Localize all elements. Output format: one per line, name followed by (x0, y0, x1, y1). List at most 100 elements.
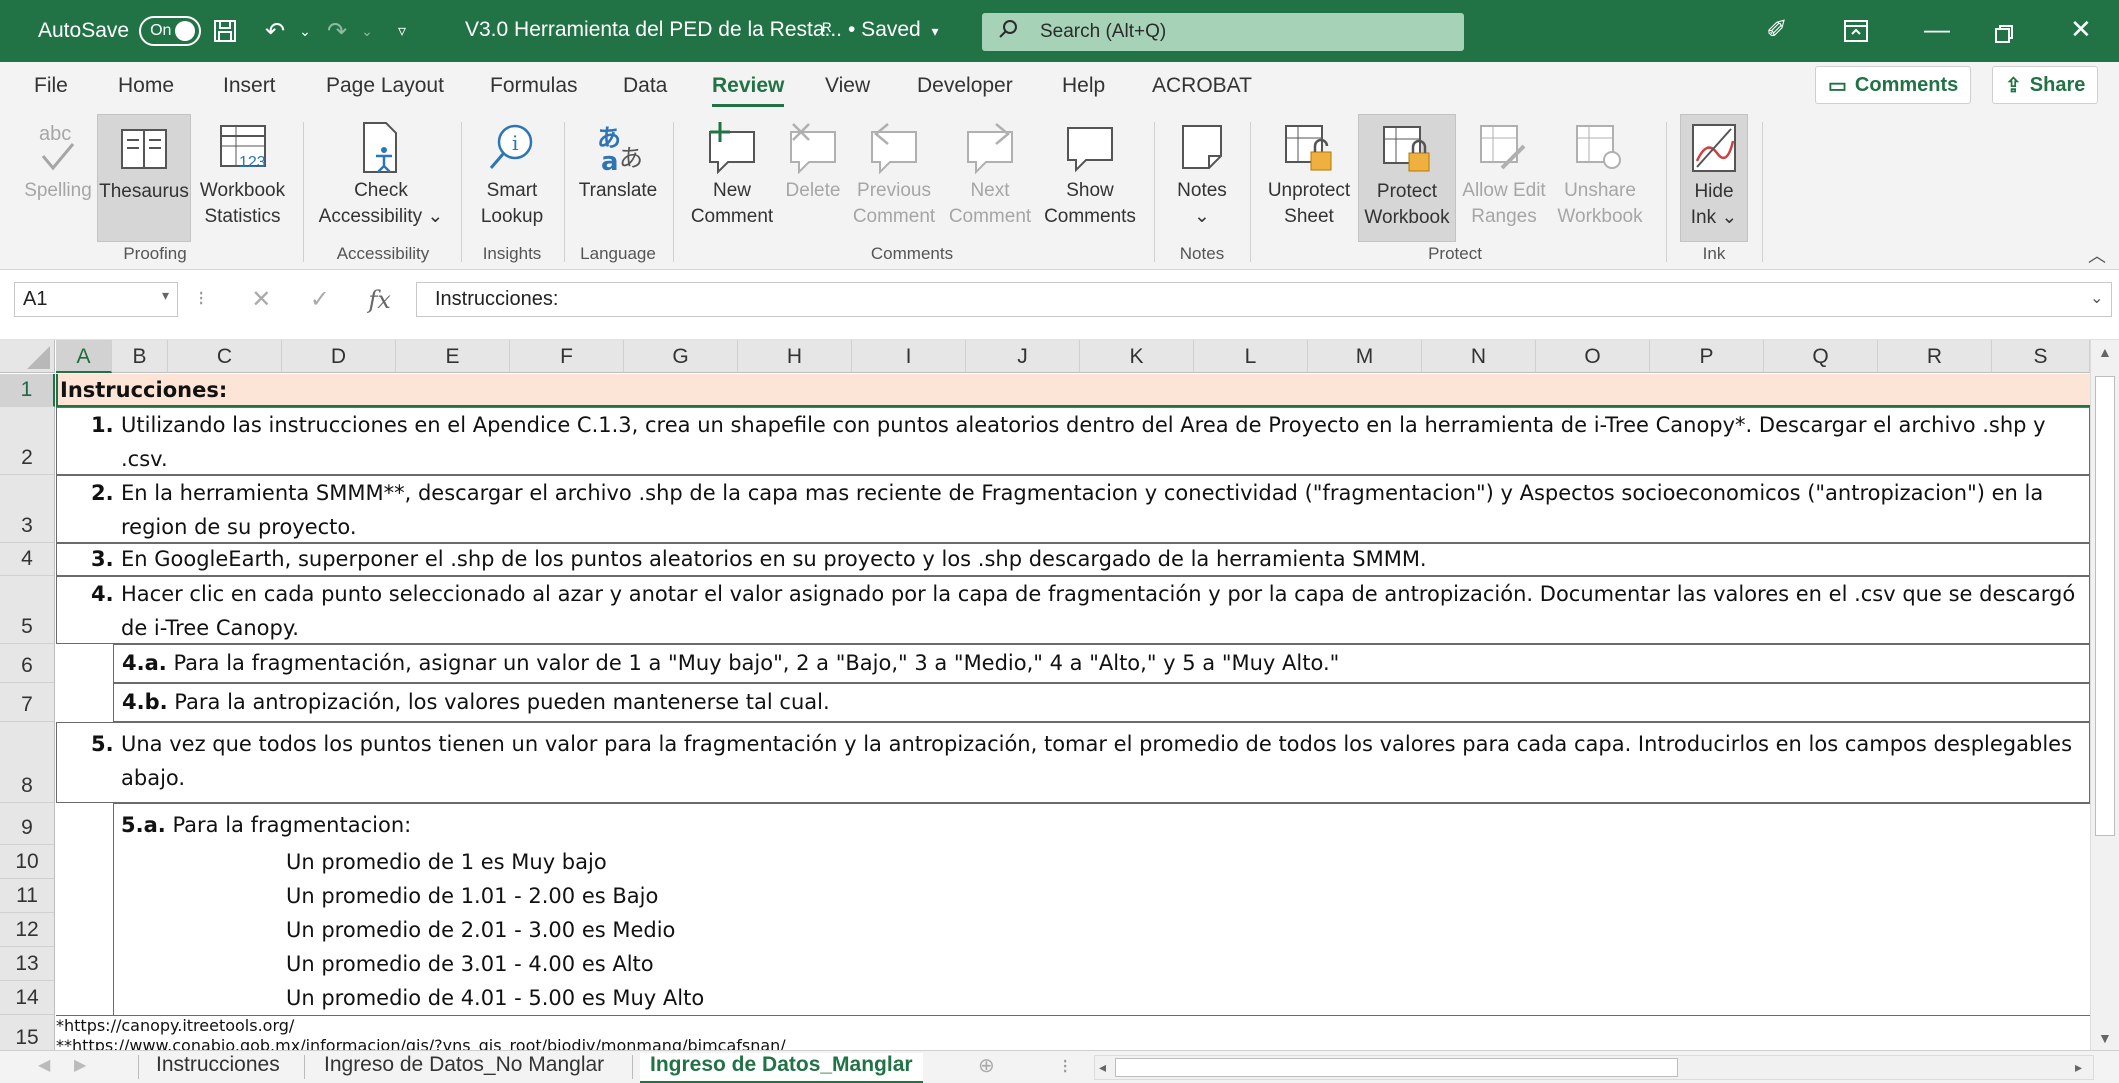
instruction-4b[interactable]: 4.b. Para la antropización, los valores … (113, 683, 2090, 722)
unshare-workbook-button[interactable]: Unshare Workbook (1552, 114, 1648, 242)
sheet-tab-no-manglar[interactable]: Ingreso de Datos_No Manglar (324, 1053, 604, 1077)
row-header[interactable]: 1 (0, 374, 55, 407)
next-comment-button[interactable]: Next Comment (944, 114, 1036, 242)
translate-button[interactable]: あaあ Translate (572, 114, 664, 242)
column-header[interactable]: H (738, 340, 852, 373)
instruction-1[interactable]: 1. Utilizando las instrucciones en el Ap… (56, 407, 2090, 475)
delete-comment-button[interactable]: Delete (783, 114, 843, 242)
redo-dropdown-icon[interactable]: ⌄ (350, 14, 384, 48)
tab-home[interactable]: Home (118, 74, 174, 98)
scale-line[interactable]: Un promedio de 1.01 - 2.00 es Bajo (286, 879, 1786, 913)
column-header[interactable]: E (396, 340, 510, 373)
saved-status[interactable]: • Saved (848, 18, 921, 42)
instruction-2[interactable]: 2. En la herramienta SMMM**, descargar e… (56, 475, 2090, 543)
vertical-scrollbar[interactable]: ▲ ▼ (2090, 340, 2119, 1050)
tab-data[interactable]: Data (623, 74, 667, 98)
row-header[interactable]: 15 (0, 1015, 55, 1050)
row-header[interactable]: 8 (0, 722, 55, 803)
smart-lookup-button[interactable]: i Smart Lookup (470, 114, 554, 242)
row-header[interactable]: 3 (0, 475, 55, 543)
column-header[interactable]: A (56, 340, 112, 373)
cancel-icon[interactable]: ✕ (251, 285, 271, 314)
pen-icon[interactable]: ✐ (1766, 14, 1788, 45)
scrollbar-thumb[interactable] (2095, 376, 2115, 836)
row-header[interactable]: 7 (0, 683, 55, 722)
expand-formula-bar-icon[interactable]: ⌄ (2090, 288, 2103, 308)
chevron-down-icon[interactable]: ▾ (162, 287, 169, 304)
workbook-statistics-button[interactable]: 123 Workbook Statistics (195, 114, 290, 242)
column-header[interactable]: K (1080, 340, 1194, 373)
tab-file[interactable]: File (34, 74, 68, 98)
notes-button[interactable]: Notes ⌄ (1164, 114, 1240, 242)
formula-input[interactable]: Instrucciones: (416, 282, 2112, 317)
worksheet-grid[interactable]: A B C D E F G H I J K L M N O P Q R S 1 … (0, 340, 2090, 1050)
scale-line[interactable]: Un promedio de 3.01 - 4.00 es Alto (286, 947, 1786, 981)
undo-icon[interactable]: ↶ (258, 14, 292, 48)
column-header[interactable]: O (1536, 340, 1650, 373)
show-comments-button[interactable]: Show Comments (1038, 114, 1142, 242)
saved-dropdown-icon[interactable]: ▾ (918, 14, 952, 48)
row-header[interactable]: 12 (0, 913, 55, 947)
column-header[interactable]: M (1308, 340, 1422, 373)
unprotect-sheet-button[interactable]: Unprotect Sheet (1260, 114, 1358, 242)
instruction-3[interactable]: 3. En GoogleEarth, superponer el .shp de… (56, 543, 2090, 576)
more-options-icon[interactable]: ⁝ (198, 286, 204, 311)
column-header[interactable]: C (168, 340, 282, 373)
name-box[interactable]: A1 ▾ (14, 282, 178, 317)
footnotes[interactable]: *https://canopy.itreetools.org/ **https:… (56, 1015, 2090, 1050)
column-header[interactable]: B (112, 340, 168, 373)
tab-review[interactable]: Review (712, 74, 785, 107)
tab-view[interactable]: View (825, 74, 870, 98)
customize-toolbar-icon[interactable]: ▿ (385, 14, 419, 48)
row-header[interactable]: 4 (0, 543, 55, 576)
document-title[interactable]: V3.0 Herramienta del PED de la Resta... (465, 18, 842, 42)
hide-ink-button[interactable]: Hide Ink ⌄ (1680, 114, 1748, 242)
scale-line[interactable]: Un promedio de 4.01 - 5.00 es Muy Alto (286, 981, 1786, 1015)
new-comment-button[interactable]: New Comment (682, 114, 782, 242)
column-header[interactable]: I (852, 340, 966, 373)
scroll-up-icon[interactable]: ▲ (2098, 344, 2112, 360)
scroll-left-icon[interactable]: ◂ (1099, 1059, 1106, 1076)
autosave-toggle[interactable]: On (139, 16, 202, 46)
instruction-5[interactable]: 5. Una vez que todos los puntos tienen u… (56, 722, 2090, 803)
instruction-4[interactable]: 4. Hacer clic en cada punto seleccionado… (56, 576, 2090, 644)
column-header[interactable]: R (1878, 340, 1992, 373)
select-all-corner[interactable] (0, 340, 55, 373)
next-sheet-icon[interactable]: ▶ (74, 1055, 86, 1075)
column-header[interactable]: D (282, 340, 396, 373)
previous-comment-button[interactable]: Previous Comment (846, 114, 942, 242)
tab-page-layout[interactable]: Page Layout (326, 74, 444, 98)
save-icon[interactable] (208, 14, 242, 48)
sheet-tab-instrucciones[interactable]: Instrucciones (156, 1053, 280, 1077)
row-header[interactable]: 14 (0, 981, 55, 1015)
column-header[interactable]: N (1422, 340, 1536, 373)
scale-line[interactable]: Un promedio de 1 es Muy bajo (286, 845, 1786, 879)
column-header[interactable]: G (624, 340, 738, 373)
row-header[interactable]: 11 (0, 879, 55, 913)
search-box[interactable]: Search (Alt+Q) (982, 13, 1464, 51)
scrollbar-thumb[interactable] (1115, 1058, 1678, 1077)
column-header[interactable]: Q (1764, 340, 1878, 373)
comments-button[interactable]: ▭ Comments (1815, 66, 1972, 104)
thesaurus-button[interactable]: Thesaurus (97, 114, 191, 242)
scale-line[interactable]: Un promedio de 2.01 - 3.00 es Medio (286, 913, 1786, 947)
check-accessibility-button[interactable]: Check Accessibility ⌄ (316, 114, 446, 242)
autosave-control[interactable]: AutoSave On (38, 16, 202, 46)
row-header[interactable]: 5 (0, 576, 55, 644)
horizontal-scrollbar[interactable]: ◂ ▸ (1094, 1055, 2094, 1080)
footnote-canopy[interactable]: *https://canopy.itreetools.org/ (56, 1016, 2090, 1036)
spelling-button[interactable]: abc Spelling (18, 114, 98, 242)
row-header[interactable]: 9 (0, 803, 55, 845)
collapse-ribbon-icon[interactable]: ︿ (2088, 242, 2106, 268)
column-header[interactable]: P (1650, 340, 1764, 373)
footnote-conabio[interactable]: **https://www.conabio.gob.mx/informacion… (56, 1036, 2090, 1050)
tab-developer[interactable]: Developer (917, 74, 1013, 98)
row-header[interactable]: 13 (0, 947, 55, 981)
instruction-5a[interactable]: 5.a. Para la fragmentacion: (113, 803, 2090, 845)
column-header[interactable]: L (1194, 340, 1308, 373)
enter-icon[interactable]: ✓ (310, 285, 330, 314)
tab-acrobat[interactable]: ACROBAT (1152, 74, 1252, 98)
undo-dropdown-icon[interactable]: ⌄ (288, 14, 322, 48)
column-header[interactable]: F (510, 340, 624, 373)
column-header[interactable]: J (966, 340, 1080, 373)
